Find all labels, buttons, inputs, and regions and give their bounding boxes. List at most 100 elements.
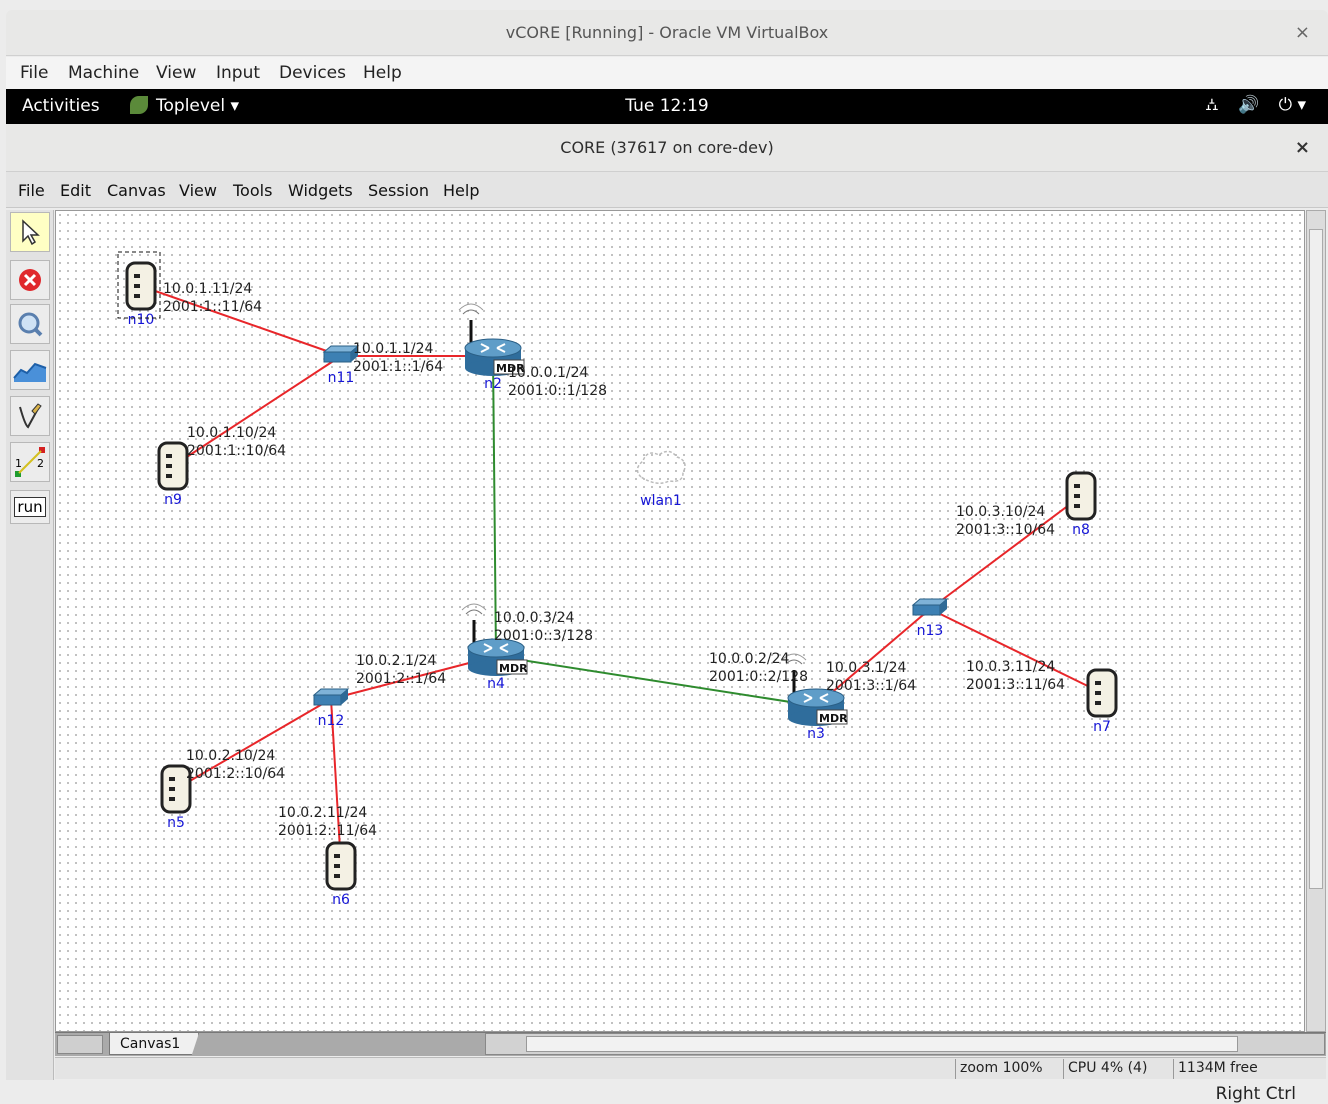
address-label: 10.0.3.10/24 xyxy=(956,504,1045,520)
address-label: 2001:1::10/64 xyxy=(187,443,286,459)
horizontal-scroll-thumb[interactable] xyxy=(526,1036,1238,1052)
plot-button[interactable] xyxy=(10,350,50,390)
address-label: 10.0.3.11/24 xyxy=(966,659,1055,675)
observer-button[interactable] xyxy=(10,304,50,344)
node-label-n10: n10 xyxy=(128,312,155,328)
node-label-n9: n9 xyxy=(164,492,182,508)
vbox-menu-devices[interactable]: Devices xyxy=(279,63,346,83)
address-label: 10.0.1.1/24 xyxy=(353,341,434,357)
core-close-button[interactable]: × xyxy=(1295,137,1310,158)
system-tray[interactable]: ⛼ 🔊 ⏻ ▾ xyxy=(1191,95,1306,117)
address-label: 10.0.1.10/24 xyxy=(187,425,276,441)
host-key-indicator: Right Ctrl xyxy=(1215,1084,1296,1104)
clock[interactable]: Tue 12:19 xyxy=(6,96,1328,116)
address-label: 2001:0::3/128 xyxy=(494,628,593,644)
node-label-n3: n3 xyxy=(807,726,825,742)
address-label: 10.0.2.10/24 xyxy=(186,748,275,764)
svg-text:1: 1 xyxy=(15,457,22,470)
address-label: 2001:3::10/64 xyxy=(956,522,1055,538)
core-titlebar: CORE (37617 on core-dev) × xyxy=(6,124,1328,172)
two-node-icon: 12 xyxy=(15,447,45,477)
run-tool-button[interactable]: run xyxy=(10,490,50,524)
magnifier-icon xyxy=(18,312,43,337)
vbox-menubar: File Machine View Input Devices Help xyxy=(6,57,1328,89)
address-label: 2001:3::1/64 xyxy=(826,678,916,694)
tab-nav-arrows[interactable] xyxy=(57,1035,103,1054)
node-label-n7: n7 xyxy=(1093,719,1111,735)
status-memory: 1134M free xyxy=(1173,1059,1262,1079)
vertical-scrollbar[interactable] xyxy=(1306,210,1326,1032)
address-label: 10.0.1.11/24 xyxy=(163,281,252,297)
topology-canvas[interactable]: n10 n11 MDR n2 n9 wlan1 n8 n13 n7 MDR n4 MDR n3 n12 n5… xyxy=(55,210,1305,1032)
run-tool-label: run xyxy=(14,497,46,517)
core-menu-file[interactable]: File xyxy=(18,181,45,200)
vbox-titlebar: vCORE [Running] - Oracle VM VirtualBox × xyxy=(6,10,1328,56)
core-menu-help[interactable]: Help xyxy=(443,181,479,200)
marker-button[interactable] xyxy=(10,396,50,436)
status-zoom: zoom 100% xyxy=(955,1059,1047,1079)
core-menubar: File Edit Canvas View Tools Widgets Sess… xyxy=(6,172,1328,208)
volume-icon: 🔊 xyxy=(1238,95,1260,115)
pencil-icon xyxy=(19,403,42,429)
canvas-tab-bar: Canvas1 xyxy=(55,1032,1326,1056)
vertical-scroll-thumb[interactable] xyxy=(1309,229,1323,889)
stop-icon xyxy=(19,269,41,291)
two-node-tool-button[interactable]: 12 xyxy=(10,442,50,482)
vbox-status-tray: Right Ctrl xyxy=(6,1082,1328,1104)
node-n7[interactable]: n7 xyxy=(1086,668,1118,735)
core-menu-widgets[interactable]: Widgets xyxy=(288,181,353,200)
node-n6[interactable]: n6 xyxy=(325,841,357,908)
node-n8[interactable]: n8 xyxy=(1065,471,1097,538)
power-menu-icon: ⏻ ▾ xyxy=(1278,95,1306,115)
status-cpu: CPU 4% (4) xyxy=(1063,1059,1151,1079)
core-menu-tools[interactable]: Tools xyxy=(233,181,272,200)
topology-svg[interactable]: n10n11MDRn2n9 wlan1n8n13n7MDRn4MDRn3n12n5… xyxy=(56,211,1305,1032)
select-tool-button[interactable] xyxy=(10,212,50,252)
address-label: 2001:2::1/64 xyxy=(356,671,446,687)
node-label-n12: n12 xyxy=(318,713,345,729)
address-label: 2001:1::11/64 xyxy=(163,299,262,315)
vbox-menu-file[interactable]: File xyxy=(20,63,48,83)
node-n9[interactable]: n9 xyxy=(157,441,189,508)
router-badge: MDR xyxy=(499,662,528,675)
horizontal-scrollbar[interactable] xyxy=(485,1033,1325,1055)
address-label: 2001:0::2/128 xyxy=(709,669,808,685)
vbox-menu-help[interactable]: Help xyxy=(363,63,402,83)
vbox-menu-machine[interactable]: Machine xyxy=(68,63,139,83)
gnome-top-bar: Activities Toplevel ▾ Tue 12:19 ⛼ 🔊 ⏻ ▾ xyxy=(6,89,1328,124)
address-label: 2001:0::1/128 xyxy=(508,383,607,399)
address-label: 2001:1::1/64 xyxy=(353,359,443,375)
stop-button[interactable] xyxy=(10,260,50,300)
address-label: 2001:2::11/64 xyxy=(278,823,377,839)
address-label: 10.0.0.3/24 xyxy=(494,610,575,626)
core-menu-canvas[interactable]: Canvas xyxy=(107,181,166,200)
core-statusbar: zoom 100% CPU 4% (4) 1134M free xyxy=(55,1057,1326,1079)
node-wlan1[interactable]: wlan1 xyxy=(636,450,686,509)
node-label-n8: n8 xyxy=(1072,522,1090,538)
core-toolbar: 12 run xyxy=(6,210,54,1080)
address-label: 10.0.2.11/24 xyxy=(278,805,367,821)
node-label-n4: n4 xyxy=(487,676,505,692)
core-menu-session[interactable]: Session xyxy=(368,181,429,200)
address-label: 10.0.2.1/24 xyxy=(356,653,437,669)
address-label: 2001:3::11/64 xyxy=(966,677,1065,693)
node-label-n11: n11 xyxy=(328,370,355,386)
core-menu-edit[interactable]: Edit xyxy=(60,181,91,200)
vbox-window-title: vCORE [Running] - Oracle VM VirtualBox xyxy=(505,23,829,42)
address-label: 10.0.0.1/24 xyxy=(508,365,589,381)
tab-canvas1[interactable]: Canvas1 xyxy=(109,1033,199,1055)
node-label-wlan1: wlan1 xyxy=(640,493,682,509)
core-menu-view[interactable]: View xyxy=(179,181,217,200)
vbox-menu-input[interactable]: Input xyxy=(216,63,260,83)
vbox-menu-view[interactable]: View xyxy=(156,63,196,83)
router-badge: MDR xyxy=(819,712,848,725)
address-label: 10.0.3.1/24 xyxy=(826,660,907,676)
core-window-title: CORE (37617 on core-dev) xyxy=(560,138,774,157)
vbox-close-button[interactable]: × xyxy=(1295,22,1310,43)
node-label-n5: n5 xyxy=(167,815,185,831)
address-label: 10.0.0.2/24 xyxy=(709,651,790,667)
node-label-n13: n13 xyxy=(917,623,944,639)
address-label: 2001:2::10/64 xyxy=(186,766,285,782)
node-label-n6: n6 xyxy=(332,892,350,908)
pointer-icon xyxy=(22,219,40,245)
